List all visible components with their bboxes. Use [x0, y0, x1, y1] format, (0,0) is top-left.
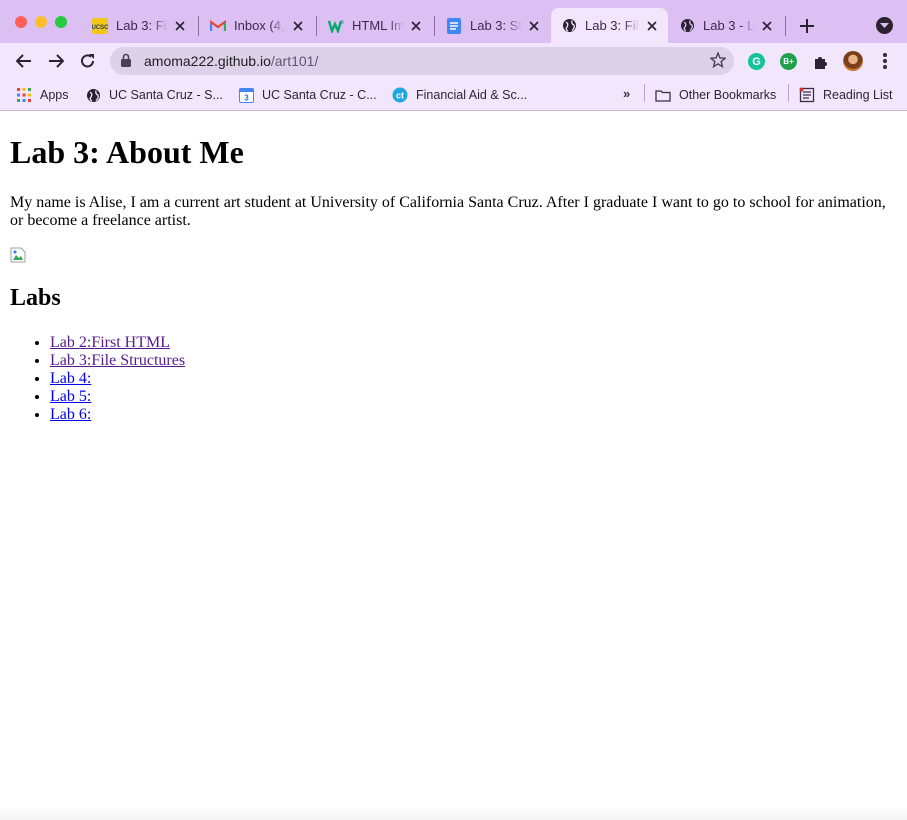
bookmark-star-icon[interactable] — [709, 51, 727, 73]
back-button[interactable] — [13, 50, 35, 72]
calendar-day: 3 — [244, 93, 249, 102]
folder-icon — [655, 87, 671, 103]
list-item: Lab 3:File Structures — [50, 352, 897, 370]
bookmark-label: UC Santa Cruz - S... — [109, 88, 223, 102]
tab-lab3-file-structures-active[interactable]: Lab 3: File Structures — [551, 8, 668, 43]
apps-grid-icon — [16, 87, 32, 103]
address-bar[interactable]: amoma222.github.io/art101/ — [110, 47, 734, 75]
forward-button[interactable] — [45, 50, 67, 72]
lock-icon[interactable] — [120, 53, 132, 73]
globe-icon — [85, 87, 101, 103]
bookmarks-bar: Apps UC Santa Cruz - S... 3 UC Santa Cru… — [0, 79, 907, 111]
address-url: amoma222.github.io/art101/ — [144, 53, 318, 69]
profile-avatar[interactable] — [843, 51, 863, 71]
address-path: /art101/ — [270, 53, 319, 69]
grammarly-extension-icon[interactable]: G — [748, 53, 765, 70]
lab-5-link[interactable]: Lab 5: — [50, 388, 91, 405]
labs-heading: Labs — [10, 285, 61, 311]
close-icon[interactable] — [644, 18, 660, 34]
close-icon[interactable] — [408, 18, 424, 34]
bookmark-label: Other Bookmarks — [679, 88, 777, 102]
bookmarks-overflow-button[interactable]: » — [623, 86, 630, 101]
tab-google-doc-lab3[interactable]: Lab 3: Structure — [436, 8, 550, 43]
bookmark-ucsc-c[interactable]: 3 UC Santa Cruz - C... — [238, 86, 377, 104]
tab-separator — [434, 16, 435, 36]
google-calendar-icon: 3 — [238, 87, 254, 103]
bookmark-label: UC Santa Cruz - C... — [262, 88, 377, 102]
tab-lab3-lab[interactable]: Lab 3 - Lab — [669, 8, 783, 43]
tab-strip: UCSC Lab 3: File Structures Inbox (4,3 3… — [0, 0, 907, 43]
web-page-content: Lab 3: About Me My name is Alise, I am a… — [0, 112, 907, 820]
bookmark-apps[interactable]: Apps — [16, 86, 69, 104]
extensions-puzzle-icon[interactable] — [812, 53, 829, 70]
tab-title: HTML Images — [352, 18, 404, 33]
financial-aid-icon: ct — [392, 87, 408, 103]
labs-list: Lab 2:First HTML Lab 3:File Structures L… — [10, 334, 897, 424]
svg-text:UCSC: UCSC — [92, 25, 108, 31]
lab-2-link[interactable]: Lab 2:First HTML — [50, 334, 170, 351]
bookmark-other-bookmarks[interactable]: Other Bookmarks — [655, 86, 776, 104]
arrow-left-icon — [16, 54, 31, 68]
window-minimize-button[interactable] — [35, 16, 47, 28]
list-item: Lab 6: — [50, 406, 897, 424]
bookmark-label: Financial Aid & Sc... — [416, 88, 528, 102]
tab-title: Inbox (4,3 — [234, 18, 286, 33]
intro-paragraph: My name is Alise, I am a current art stu… — [10, 194, 886, 229]
ucsc-icon: UCSC — [92, 17, 108, 34]
grammarly-label: G — [752, 55, 761, 68]
tab-lab3-file-structures-ucsc[interactable]: UCSC Lab 3: File Structures — [82, 8, 196, 43]
tab-html-images[interactable]: 3 HTML Images — [318, 8, 432, 43]
close-icon[interactable] — [290, 18, 306, 34]
bplus-label: B+ — [783, 57, 794, 66]
gmail-icon — [210, 18, 226, 34]
bookmarks-separator — [644, 84, 645, 102]
chevron-down-icon — [880, 22, 889, 28]
bookmarks-separator — [788, 84, 789, 102]
plus-icon — [800, 19, 814, 33]
browser-toolbar: amoma222.github.io/art101/ G B+ — [0, 43, 907, 79]
tab-separator — [316, 16, 317, 36]
tab-title: Lab 3 - Lab — [703, 18, 755, 33]
reading-list-button[interactable]: Reading List — [799, 86, 893, 104]
google-docs-icon — [446, 17, 462, 34]
reload-button[interactable] — [77, 50, 99, 72]
bookmark-label: Apps — [40, 88, 69, 102]
bookmark-ucsc-s[interactable]: UC Santa Cruz - S... — [85, 86, 223, 104]
page-bottom-edge — [0, 806, 907, 820]
arrow-right-icon — [49, 54, 64, 68]
close-icon[interactable] — [759, 18, 775, 34]
w3schools-icon: 3 — [328, 18, 344, 34]
reading-list-icon — [799, 87, 815, 103]
tab-title: Lab 3: Structure — [470, 18, 522, 33]
lab-3-link[interactable]: Lab 3:File Structures — [50, 352, 185, 369]
bookmark-financial-aid[interactable]: ct Financial Aid & Sc... — [392, 86, 527, 104]
lab-4-link[interactable]: Lab 4: — [50, 370, 91, 387]
reload-icon — [81, 54, 94, 68]
list-item: Lab 4: — [50, 370, 897, 388]
tab-title: Lab 3: File Structures — [116, 18, 168, 33]
tab-separator — [198, 16, 199, 36]
tab-separator — [785, 16, 786, 36]
list-item: Lab 5: — [50, 388, 897, 406]
bplus-extension-icon[interactable]: B+ — [780, 53, 797, 70]
tab-search-button[interactable] — [876, 17, 893, 34]
close-icon[interactable] — [172, 18, 188, 34]
list-item: Lab 2:First HTML — [50, 334, 897, 352]
browser-menu-button[interactable] — [876, 52, 894, 70]
new-tab-button[interactable] — [796, 15, 818, 37]
broken-image-icon — [10, 247, 26, 263]
window-fullscreen-button[interactable] — [55, 16, 67, 28]
lab-6-link[interactable]: Lab 6: — [50, 406, 91, 423]
tab-title: Lab 3: File Structures — [585, 18, 640, 33]
window-close-button[interactable] — [15, 16, 27, 28]
svg-text:ct: ct — [396, 91, 404, 101]
close-icon[interactable] — [526, 18, 542, 34]
page-title: Lab 3: About Me — [10, 134, 244, 170]
svg-text:3: 3 — [341, 20, 344, 26]
bookmark-label: Reading List — [823, 88, 893, 102]
tab-gmail-inbox[interactable]: Inbox (4,3 — [200, 8, 314, 43]
address-host: amoma222.github.io — [144, 53, 271, 69]
globe-icon — [679, 18, 695, 34]
globe-icon — [561, 18, 577, 34]
